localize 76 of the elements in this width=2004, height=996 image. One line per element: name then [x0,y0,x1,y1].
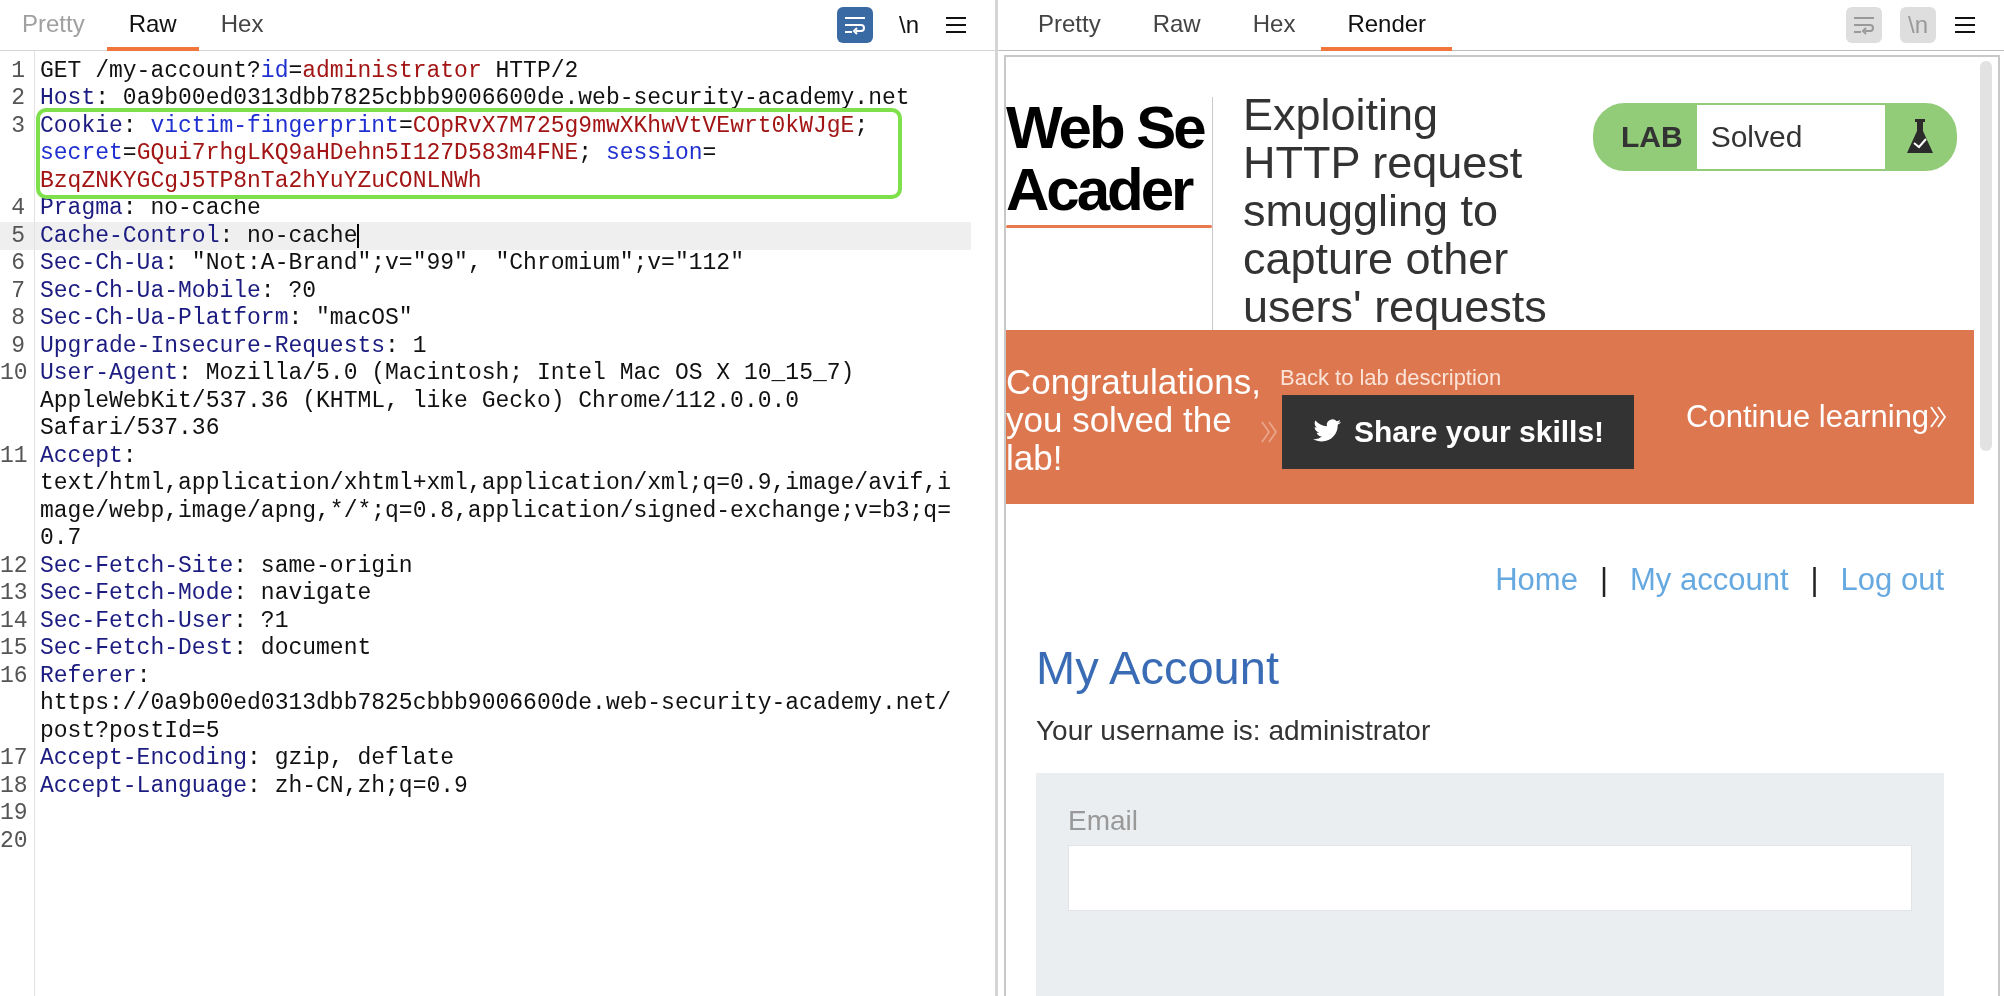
chevrons-icon [1929,404,1948,430]
code-line: Referer: [40,662,151,689]
line-number: 5 [10,222,25,249]
share-button[interactable]: Share your skills! [1282,395,1635,469]
code-line: Sec-Fetch-Mode: navigate [40,580,372,607]
line-number: 15 [0,635,25,662]
code-line: post?postId=5 [40,717,220,744]
scrollbar-thumb[interactable] [1980,61,1992,451]
code-line: Host: 0a9b00ed0313dbb7825cbbb9006600de.web-security-academy.net [40,85,910,112]
newline-toggle[interactable]: \n [891,7,927,43]
code-line: Safari/537.36 [40,415,220,442]
code-line: Accept: [40,442,137,469]
page-heading: My Account [1036,640,1280,695]
code-line: Sec-Ch-Ua: "Not:A-Brand";v="99", "Chromium";v="112" [40,250,744,277]
tab[interactable]: Hex [198,0,286,51]
line-number: 1 [10,57,25,84]
code-line: Sec-Fetch-Site: same-origin [40,552,413,579]
code-line: GET /my-account?id=administrator HTTP/2 [40,57,579,84]
line-number: 16 [0,662,25,689]
line-number: 8 [10,305,25,332]
code-line: Accept-Language: zh-CN,zh;q=0.9 [40,772,468,799]
menu-icon[interactable] [1954,16,1976,34]
code-line: mage/webp,image/apng,*/*;q=0.8,application/signed-exchange;v=b3;q= [40,497,951,524]
code-line: Sec-Ch-Ua-Mobile: ?0 [40,277,317,304]
code-line: Cache-Control: no-cache [40,222,360,249]
nav-separator: | [1599,562,1608,598]
lab-title: Exploiting HTTP request smuggling to capture other users' requests [1243,91,1548,331]
wrap-toggle[interactable] [837,7,873,43]
line-number: 20 [0,827,25,854]
code-line: Cookie: victim-fingerprint=COpRvX7M725g9mwXKhwVtVEwrt0kWJgE; [40,112,869,139]
tab[interactable]: Raw [106,0,199,51]
code-line: secret=GQui7rhgLKQ9aHDehn5I127D583m4FNE; session= [40,140,717,167]
wrap-icon [843,15,867,35]
code-line: 0.7 [40,525,82,552]
line-number: 7 [10,277,25,304]
line-number: 6 [10,250,25,277]
email-field[interactable] [1068,845,1912,911]
badge-label: LAB [1620,119,1684,155]
code-line: https://0a9b00ed0313dbb7825cbbb9006600de.web-security-academy.net/ [40,690,951,717]
menu-icon[interactable] [945,16,967,34]
code-line: Sec-Fetch-Dest: document [40,635,372,662]
line-number: 12 [0,552,25,579]
tab[interactable]: Pretty [1012,0,1127,51]
wrap-toggle[interactable] [1846,7,1882,43]
logo: Web Se Acader [1006,97,1212,228]
nav-separator: | [1810,562,1819,598]
congratulations-message: Congratulations, you solved the lab! [1006,361,1256,477]
badge-status: Solved [1696,105,1885,169]
line-number: 18 [0,772,25,799]
wrap-icon [1852,15,1876,35]
username-text: Your username is: administrator [1036,715,1432,747]
code-line: AppleWebKit/537.36 (KHTML, like Gecko) Chrome/112.0.0.0 [40,387,800,414]
line-number: 10 [0,360,25,387]
text-cursor [357,223,360,248]
tab[interactable]: Hex [1226,0,1322,51]
line-number: 13 [0,580,25,607]
chevrons-icon [1260,419,1278,445]
code-line: Accept-Encoding: gzip, deflate [40,745,455,772]
email-label: Email [1068,805,1139,837]
code-line: text/html,application/xhtml+xml,application/xml;q=0.9,image/avif,i [40,470,951,497]
line-number: 17 [0,745,25,772]
code-line: Pragma: no-cache [40,195,261,222]
code-line: Upgrade-Insecure-Requests: 1 [40,332,427,359]
tab[interactable]: Render [1321,0,1453,51]
line-number: 11 [0,442,25,469]
code-line: BzqZNKYGCgJ5TP8nTa2hYuYZuCONLNWh [40,167,482,194]
tab[interactable]: Raw [1126,0,1227,51]
line-number: 4 [10,195,25,222]
line-number: 19 [0,800,25,827]
line-number: 3 [10,112,25,139]
code-line: User-Agent: Mozilla/5.0 (Macintosh; Intel Mac OS X 10_15_7) [40,360,855,387]
line-number: 2 [10,85,25,112]
code-line: Sec-Fetch-User: ?1 [40,607,289,634]
line-number: 9 [10,332,25,359]
code-line: Sec-Ch-Ua-Platform: "macOS" [40,305,413,332]
line-number: 14 [0,607,25,634]
